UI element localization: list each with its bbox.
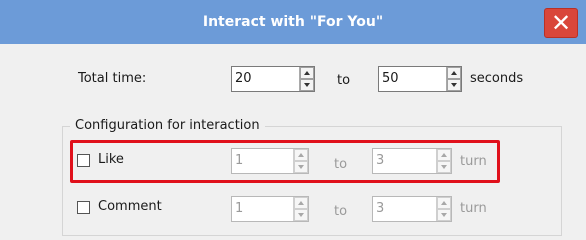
comment-unit: turn [460, 201, 487, 216]
spin-down-button[interactable] [300, 79, 314, 91]
comment-label: Comment [98, 199, 162, 214]
total-time-to-value: 50 [382, 71, 399, 86]
configuration-group-title: Configuration for interaction [70, 116, 265, 136]
arrow-down-icon [451, 83, 457, 87]
spin-down-button[interactable] [437, 209, 451, 221]
arrow-up-icon [451, 71, 457, 75]
arrow-up-icon [441, 201, 447, 205]
highlight-box [70, 140, 500, 183]
spin-up-button[interactable] [447, 67, 461, 79]
spin-down-button[interactable] [294, 209, 308, 221]
comment-checkbox[interactable] [77, 201, 90, 214]
comment-to-label: to [334, 204, 348, 219]
total-time-label: Total time: [78, 71, 147, 86]
spin-up-button[interactable] [300, 67, 314, 79]
comment-to-value: 3 [376, 201, 385, 216]
spin-up-button[interactable] [294, 197, 308, 209]
dialog-window: Interact with "For You" ✕ Total time: 20… [0, 0, 586, 236]
arrow-up-icon [298, 201, 304, 205]
total-time-from-spinbox[interactable]: 20 [231, 66, 315, 92]
arrow-down-icon [298, 213, 304, 217]
spin-down-button[interactable] [447, 79, 461, 91]
total-time-from-value: 20 [235, 71, 252, 86]
comment-from-spinbox[interactable]: 1 [231, 196, 309, 222]
spin-up-button[interactable] [437, 197, 451, 209]
total-time-to-spinbox[interactable]: 50 [378, 66, 462, 92]
arrow-up-icon [304, 71, 310, 75]
comment-to-spinbox[interactable]: 3 [372, 196, 452, 222]
comment-from-value: 1 [235, 201, 244, 216]
arrow-down-icon [441, 213, 447, 217]
dialog-title: Interact with "For You" [202, 14, 384, 30]
arrow-down-icon [304, 83, 310, 87]
total-time-unit: seconds [470, 71, 524, 86]
close-button[interactable]: ✕ [544, 8, 578, 38]
total-time-to-label: to [337, 73, 351, 88]
close-icon: ✕ [550, 9, 572, 37]
